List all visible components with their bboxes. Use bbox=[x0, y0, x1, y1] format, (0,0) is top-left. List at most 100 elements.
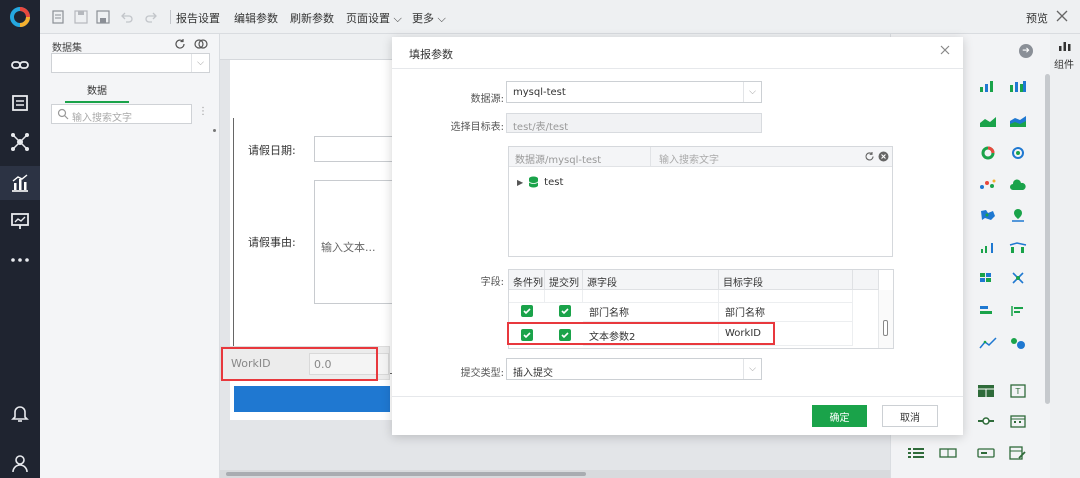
left-nav bbox=[0, 0, 40, 478]
notification-bell-icon[interactable] bbox=[9, 402, 31, 424]
filter-icon[interactable]: ⋮ bbox=[198, 106, 208, 122]
close-icon[interactable] bbox=[1054, 8, 1070, 24]
horizontal-bar-icon[interactable] bbox=[979, 304, 997, 318]
input-widget-icon[interactable] bbox=[939, 446, 957, 460]
table-widget-icon[interactable] bbox=[977, 384, 995, 398]
list-widget-icon[interactable] bbox=[907, 446, 925, 460]
search-placeholder: 输入搜索文字 bbox=[72, 113, 132, 124]
submit-bar[interactable] bbox=[234, 386, 390, 412]
horizontal-scrollbar[interactable] bbox=[220, 470, 890, 478]
stacked-bar-icon[interactable] bbox=[1009, 79, 1027, 93]
datasource-label: 数据源: bbox=[470, 94, 504, 105]
table-row-partial bbox=[509, 290, 545, 303]
submit-checkbox[interactable] bbox=[559, 305, 571, 317]
calendar-icon[interactable] bbox=[1009, 414, 1027, 428]
analysis-icon[interactable] bbox=[0, 166, 40, 200]
save-as-icon[interactable] bbox=[96, 10, 110, 24]
refresh-icon[interactable] bbox=[864, 151, 875, 162]
column-header-submit: 提交列 bbox=[545, 270, 583, 290]
menu-report-settings[interactable]: 报告设置 bbox=[176, 10, 220, 26]
dataset-select[interactable]: ⌵ bbox=[51, 53, 210, 73]
menu-edit-params[interactable]: 编辑参数 bbox=[234, 10, 278, 26]
app-logo-icon bbox=[6, 4, 34, 28]
chevron-down-icon: ⌵ bbox=[743, 359, 761, 379]
target-table-label: 选择目标表: bbox=[450, 122, 504, 133]
search-icon bbox=[57, 108, 69, 120]
column-header-condition: 条件列 bbox=[509, 270, 545, 290]
area-chart-icon[interactable] bbox=[979, 114, 997, 128]
stacked-area-icon[interactable] bbox=[1009, 114, 1027, 128]
component-icon[interactable] bbox=[1058, 40, 1072, 52]
menu-more-label: 更多 bbox=[412, 12, 434, 25]
svg-text:T: T bbox=[1015, 387, 1021, 396]
report-list-icon[interactable] bbox=[9, 92, 31, 114]
resize-handle[interactable] bbox=[213, 129, 216, 132]
button-widget-icon[interactable] bbox=[977, 446, 995, 460]
cloud-chart-icon[interactable] bbox=[1009, 178, 1027, 192]
link-icon[interactable] bbox=[9, 54, 31, 76]
undo-icon[interactable] bbox=[120, 10, 134, 24]
table-row-partial bbox=[545, 290, 583, 303]
table-tree: 数据源/mysql-test 输入搜索文字 ▶ test bbox=[508, 146, 893, 257]
chevron-down-icon: ⌵ bbox=[191, 54, 209, 72]
condition-checkbox[interactable] bbox=[521, 305, 533, 317]
grid-scrollbar[interactable] bbox=[878, 290, 893, 348]
edit-doc-icon[interactable] bbox=[52, 10, 66, 24]
dashboard-icon[interactable] bbox=[9, 210, 31, 232]
target-field-cell[interactable]: 部门名称 bbox=[719, 298, 853, 322]
chevron-down-icon: ⌵ bbox=[393, 12, 402, 25]
confirm-button[interactable]: 确定 bbox=[812, 405, 867, 427]
tree-search-input[interactable]: 输入搜索文字 bbox=[659, 151, 719, 166]
close-icon[interactable] bbox=[939, 44, 951, 56]
database-icon bbox=[528, 176, 539, 188]
scrollbar-thumb[interactable] bbox=[883, 320, 888, 336]
network-icon[interactable] bbox=[9, 131, 31, 153]
user-icon[interactable] bbox=[9, 452, 31, 474]
caret-right-icon[interactable]: ▶ bbox=[517, 178, 523, 187]
bar-chart-icon[interactable] bbox=[979, 79, 997, 93]
menu-page-settings[interactable]: 页面设置 ⌵ bbox=[346, 10, 402, 26]
component-label[interactable]: 组件 bbox=[1054, 56, 1074, 71]
map-chart-icon[interactable] bbox=[979, 208, 997, 222]
tree-header: 数据源/mysql-test 输入搜索文字 bbox=[509, 147, 892, 167]
preview-button[interactable]: 预览 bbox=[1026, 10, 1048, 26]
location-pin-icon[interactable] bbox=[1009, 208, 1027, 222]
column-header-target: 目标字段 bbox=[719, 270, 853, 290]
menu-refresh-params[interactable]: 刷新参数 bbox=[290, 10, 334, 26]
cross-network-icon[interactable] bbox=[1009, 271, 1027, 285]
menu-page-settings-label: 页面设置 bbox=[346, 12, 390, 25]
chevron-down-icon: ⌵ bbox=[743, 82, 761, 102]
data-search-input[interactable]: 输入搜索文字 bbox=[51, 104, 192, 124]
slider-widget-icon[interactable] bbox=[977, 414, 995, 428]
redo-icon[interactable] bbox=[144, 10, 158, 24]
submit-type-select[interactable]: 插入提交 ⌵ bbox=[506, 358, 762, 380]
ranked-bar-icon[interactable] bbox=[1009, 304, 1027, 318]
dataset-label: 数据集 bbox=[52, 43, 82, 54]
text-box-icon[interactable]: T bbox=[1009, 384, 1027, 398]
datasource-select[interactable]: mysql-test ⌵ bbox=[506, 81, 762, 103]
chevron-down-icon: ⌵ bbox=[437, 12, 446, 25]
bubble-chart-icon[interactable] bbox=[1009, 336, 1027, 350]
save-icon[interactable] bbox=[74, 10, 88, 24]
clear-search-icon[interactable] bbox=[878, 151, 889, 162]
refresh-icon[interactable] bbox=[174, 38, 186, 50]
menu-more[interactable]: 更多 ⌵ bbox=[412, 10, 446, 26]
scrollbar-thumb[interactable] bbox=[226, 472, 586, 476]
trend-line-icon[interactable] bbox=[979, 336, 997, 350]
tree-node-test[interactable]: ▶ test bbox=[517, 176, 563, 188]
pie-chart-icon[interactable] bbox=[979, 146, 997, 160]
heatmap-icon[interactable] bbox=[979, 271, 997, 285]
arrow-right-icon[interactable]: ➔ bbox=[1019, 44, 1033, 58]
cancel-button[interactable]: 取消 bbox=[882, 405, 938, 427]
dialog-footer-divider bbox=[392, 396, 963, 397]
combo-line-bar-icon[interactable] bbox=[1009, 240, 1027, 254]
tab-data[interactable]: 数据 bbox=[65, 82, 129, 103]
column-header-source: 源字段 bbox=[583, 270, 719, 290]
highlight-box-workid bbox=[221, 347, 378, 381]
scatter-chart-icon[interactable] bbox=[979, 178, 997, 192]
combo-bar-icon[interactable] bbox=[979, 240, 997, 254]
form-edit-icon[interactable] bbox=[1009, 446, 1027, 460]
more-icon[interactable] bbox=[9, 249, 31, 271]
dataset-link-icon[interactable] bbox=[193, 38, 209, 50]
donut-chart-icon[interactable] bbox=[1009, 146, 1027, 160]
